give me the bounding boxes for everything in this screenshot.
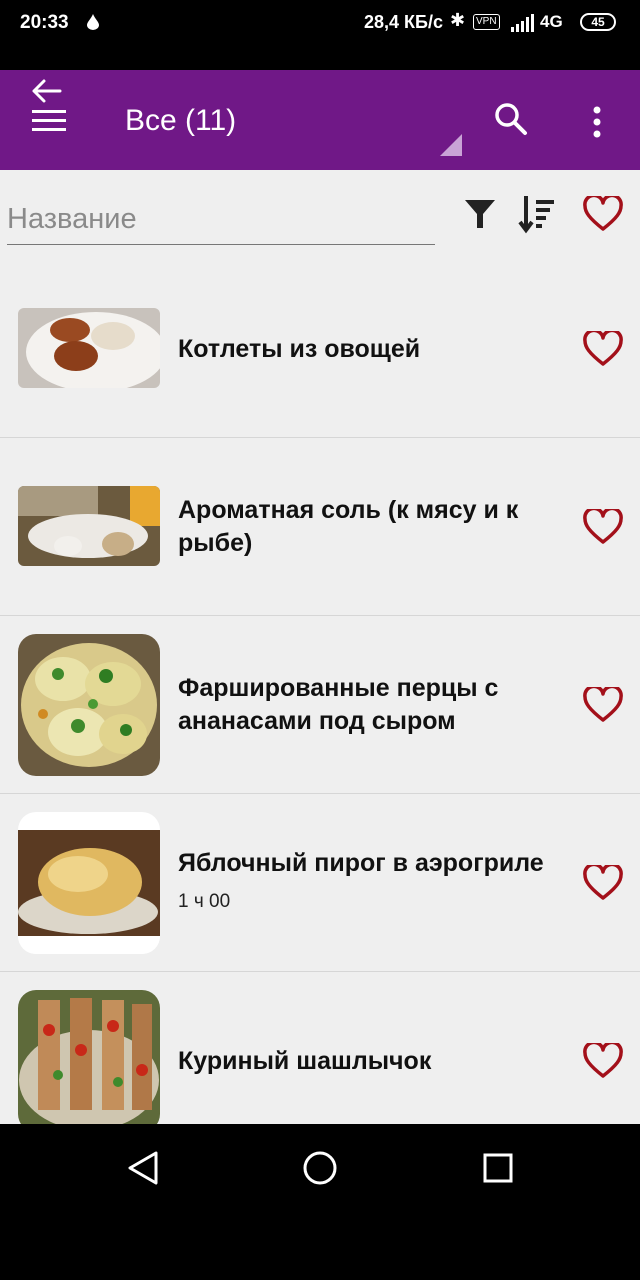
nav-home-icon[interactable] [302, 1150, 338, 1186]
search-row [0, 170, 640, 260]
network-type: 4G [540, 12, 563, 31]
filter-icon[interactable] [462, 196, 498, 232]
favorites-filter-icon[interactable] [583, 196, 623, 232]
recipe-list: Котлеты из овощей Ароматная соль (к мясу… [0, 260, 640, 1124]
recipe-title: Яблочный пирог в аэрогриле [178, 849, 544, 877]
recipe-thumbnail [18, 990, 160, 1124]
recipe-title: Котлеты из овощей [178, 334, 421, 363]
signal-icon [511, 14, 534, 32]
recipe-row[interactable]: Котлеты из овощей [0, 260, 640, 438]
recipe-row[interactable]: Фаршированные перцы с ананасами под сыро… [0, 616, 640, 794]
recipe-title: Куриный шашлычок [178, 1046, 432, 1075]
recipe-thumbnail [18, 812, 160, 954]
nav-back-icon[interactable] [126, 1150, 160, 1186]
bluetooth-icon: ✱ [450, 10, 466, 30]
status-time: 20:33 [20, 12, 69, 33]
drop-icon [87, 14, 99, 30]
name-search-input[interactable] [7, 194, 435, 245]
search-icon[interactable] [494, 102, 528, 136]
recipe-cook-time: 1 ч 00 [178, 891, 231, 912]
battery-icon: 45 [580, 13, 616, 31]
recipe-screen: Котлеты из овощей Ароматная соль (к мясу… [0, 170, 640, 1124]
recipe-row[interactable]: Яблочный пирог в аэрогриле 1 ч 00 [0, 794, 640, 972]
recipe-thumbnail [18, 308, 160, 388]
more-vertical-icon[interactable] [585, 102, 609, 142]
nav-recent-apps-icon[interactable] [482, 1152, 514, 1184]
vpn-badge: VPN [473, 14, 500, 30]
favorite-heart-icon[interactable] [583, 1043, 623, 1079]
category-selector[interactable]: Все (11) [125, 104, 236, 138]
status-speed: 28,4 КБ/с [364, 12, 443, 32]
recipe-row[interactable]: Ароматная соль (к мясу и к рыбе) [0, 438, 640, 616]
status-bar: 20:33 28,4 КБ/с ✱ VPN 4G 45 [0, 0, 640, 70]
recipe-title: Фаршированные перцы с ананасами под сыро… [178, 674, 499, 735]
sort-icon[interactable] [518, 194, 556, 234]
favorite-heart-icon[interactable] [583, 331, 623, 367]
hamburger-icon[interactable] [32, 108, 68, 134]
recipe-title: Ароматная соль (к мясу и к рыбе) [178, 496, 519, 557]
favorite-heart-icon[interactable] [583, 687, 623, 723]
dropdown-triangle-icon[interactable] [440, 134, 462, 156]
favorite-heart-icon[interactable] [583, 865, 623, 901]
recipe-thumbnail [18, 486, 160, 566]
app-bar: Все (11) [0, 70, 640, 170]
system-nav-bar [0, 1124, 640, 1280]
recipe-row[interactable]: Куриный шашлычок [0, 972, 640, 1124]
recipe-thumbnail [18, 634, 160, 776]
arrow-left-icon[interactable] [30, 78, 62, 104]
favorite-heart-icon[interactable] [583, 509, 623, 545]
